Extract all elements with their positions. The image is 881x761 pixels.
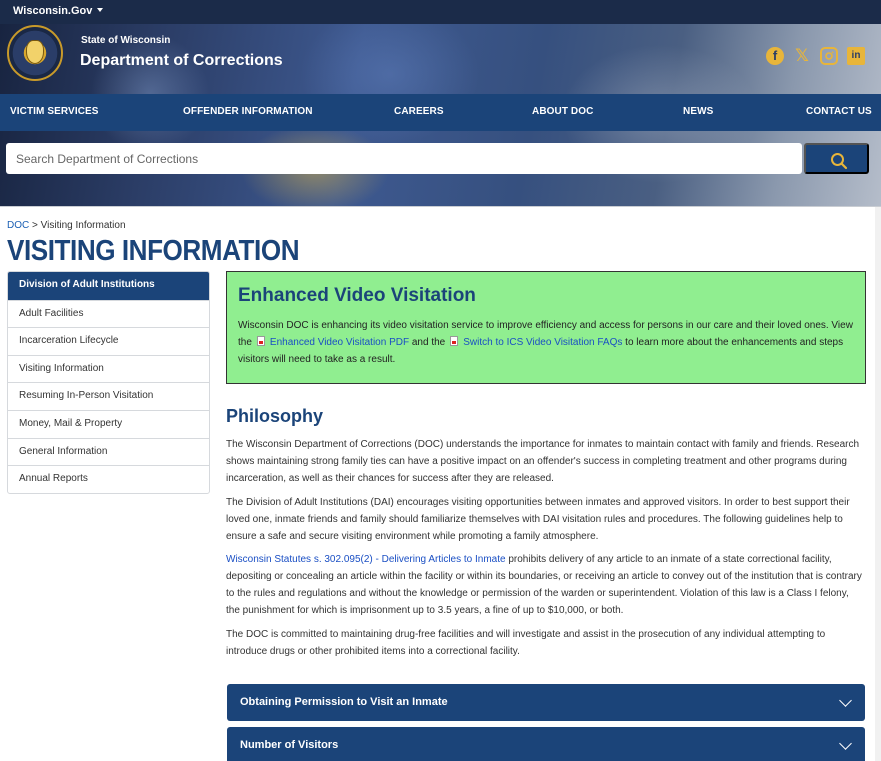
chevron-down-icon [839, 737, 852, 750]
sidebar-menu: Division of Adult Institutions Adult Fac… [7, 271, 210, 494]
search-button[interactable] [804, 143, 869, 174]
callout-title: Enhanced Video Visitation [238, 285, 476, 306]
sidebar-item-resuming-in-person-visitation[interactable]: Resuming In-Person Visitation [8, 382, 209, 410]
breadcrumb: DOC > Visiting Information [7, 220, 126, 231]
search-icon [831, 153, 848, 170]
linkedin-icon[interactable]: in [847, 47, 865, 65]
callout-text: Wisconsin DOC is enhancing its video vis… [238, 317, 854, 368]
chevron-down-icon [839, 694, 852, 707]
instagram-icon[interactable] [820, 47, 838, 65]
nav-news[interactable]: NEWS [683, 106, 713, 117]
breadcrumb-separator: > [29, 220, 41, 231]
state-label: State of Wisconsin [81, 35, 171, 46]
ics-video-visitation-faqs-link[interactable]: Switch to ICS Video Visitation FAQs [463, 337, 622, 348]
callout-text-part: and the [409, 337, 446, 348]
pdf-icon [450, 336, 459, 346]
top-utility-bar: Wisconsin.Gov [0, 0, 881, 24]
nav-about-doc[interactable]: ABOUT DOC [532, 106, 593, 117]
breadcrumb-home-link[interactable]: DOC [7, 220, 29, 231]
nav-victim-services[interactable]: VICTIM SERVICES [10, 106, 99, 117]
header-divider [0, 206, 881, 207]
sidebar-item-adult-facilities[interactable]: Adult Facilities [8, 299, 209, 328]
philosophy-paragraph-4: The DOC is committed to maintaining drug… [226, 629, 826, 657]
enhanced-video-visitation-pdf-link[interactable]: Enhanced Video Visitation PDF [270, 337, 409, 348]
sidebar-item-annual-reports[interactable]: Annual Reports [8, 465, 209, 493]
accordion-number-of-visitors[interactable]: Number of Visitors [227, 727, 865, 761]
page-title: VISITING INFORMATION [7, 235, 300, 267]
instagram-glyph [825, 51, 834, 60]
pdf-icon [256, 336, 265, 346]
page-scrollbar[interactable] [875, 207, 881, 761]
sidebar-item-general-information[interactable]: General Information [8, 437, 209, 466]
department-name[interactable]: Department of Corrections [80, 52, 283, 70]
sidebar-item-visiting-information[interactable]: Visiting Information [8, 354, 209, 383]
caret-down-icon [97, 8, 104, 12]
philosophy-heading: Philosophy [226, 406, 324, 426]
sidebar-item-money-mail-property[interactable]: Money, Mail & Property [8, 409, 209, 438]
accordion-obtaining-permission[interactable]: Obtaining Permission to Visit an Inmate [227, 684, 865, 721]
sidebar-item-division-of-adult-institutions[interactable]: Division of Adult Institutions [8, 272, 209, 300]
nav-offender-information[interactable]: OFFENDER INFORMATION [183, 106, 313, 117]
nav-contact-us[interactable]: CONTACT US [806, 106, 872, 117]
accordion-label: Number of Visitors [240, 739, 339, 751]
state-seal-logo[interactable] [7, 25, 63, 81]
enhanced-video-visitation-callout: Enhanced Video Visitation Wisconsin DOC … [226, 271, 866, 384]
main-navigation: VICTIM SERVICES OFFENDER INFORMATION CAR… [0, 94, 881, 131]
seal-emblem [26, 40, 44, 64]
philosophy-paragraph-2: The Division of Adult Institutions (DAI)… [226, 497, 850, 542]
search-input[interactable] [6, 143, 802, 174]
accordion-label: Obtaining Permission to Visit an Inmate [240, 696, 448, 708]
nav-careers[interactable]: CAREERS [394, 106, 444, 117]
wisconsin-statutes-link[interactable]: Wisconsin Statutes s. 302.095(2) - Deliv… [226, 554, 506, 565]
breadcrumb-current: Visiting Information [40, 220, 126, 231]
x-icon[interactable]: 𝕏 [793, 47, 811, 65]
sidebar-item-incarceration-lifecycle[interactable]: Incarceration Lifecycle [8, 327, 209, 355]
philosophy-paragraph-1: The Wisconsin Department of Corrections … [226, 439, 860, 484]
facebook-icon[interactable]: f [766, 47, 784, 65]
philosophy-paragraph-3: Wisconsin Statutes s. 302.095(2) - Deliv… [226, 551, 862, 619]
wisconsin-gov-label: Wisconsin.Gov [13, 5, 93, 17]
wisconsin-gov-menu[interactable]: Wisconsin.Gov [13, 5, 104, 17]
